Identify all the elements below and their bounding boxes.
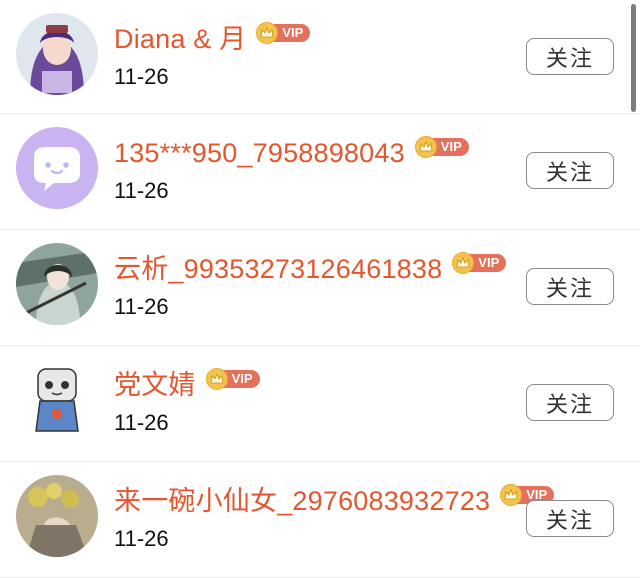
follow-date: 11-26 xyxy=(114,294,169,319)
user-name[interactable]: 党文婧 xyxy=(114,368,196,402)
scrollbar[interactable] xyxy=(631,4,636,112)
vip-badge: VIP xyxy=(256,22,311,44)
follow-button[interactable]: 关注 xyxy=(526,38,614,75)
vip-badge: VIP xyxy=(452,252,507,274)
follow-date: 11-26 xyxy=(114,410,169,435)
vip-label: VIP xyxy=(272,24,311,42)
follow-date: 11-26 xyxy=(114,64,169,89)
user-name[interactable]: Diana & 月 xyxy=(114,22,246,56)
vip-badge: VIP xyxy=(205,368,260,390)
list-item[interactable]: 135***950_7958898043 VIP 11-26 关注 xyxy=(0,114,640,230)
follow-button[interactable]: 关注 xyxy=(526,384,614,421)
follow-button[interactable]: 关注 xyxy=(526,500,614,537)
follow-date: 11-26 xyxy=(114,178,169,203)
user-name-line: 党文婧 VIP xyxy=(114,368,260,402)
avatar[interactable] xyxy=(16,243,98,325)
avatar[interactable] xyxy=(16,475,98,557)
crown-icon xyxy=(205,368,228,390)
user-name[interactable]: 135***950_7958898043 xyxy=(114,136,405,170)
user-name-line: 135***950_7958898043 VIP xyxy=(114,136,469,170)
follower-list: Diana & 月 VIP 11-26 关注 135***950_7958898… xyxy=(0,0,640,578)
avatar[interactable] xyxy=(16,359,98,441)
follow-button[interactable]: 关注 xyxy=(526,152,614,189)
vip-badge: VIP xyxy=(414,136,469,158)
follow-date: 11-26 xyxy=(114,526,169,551)
list-item[interactable]: 党文婧 VIP 11-26 关注 xyxy=(0,346,640,462)
list-item[interactable]: 云析_99353273126461838 VIP 11-26 关注 xyxy=(0,230,640,346)
avatar[interactable] xyxy=(16,13,98,95)
avatar[interactable] xyxy=(16,127,98,209)
user-name[interactable]: 云析_99353273126461838 xyxy=(114,252,442,286)
list-item[interactable]: 来一碗小仙女_2976083932723 VIP 11-26 关注 xyxy=(0,462,640,578)
user-name-line: 来一碗小仙女_2976083932723 VIP xyxy=(114,484,555,518)
user-name-line: 云析_99353273126461838 VIP xyxy=(114,252,507,286)
user-name[interactable]: 来一碗小仙女_2976083932723 xyxy=(114,484,490,518)
list-item[interactable]: Diana & 月 VIP 11-26 关注 xyxy=(0,0,640,114)
user-name-line: Diana & 月 VIP xyxy=(114,22,311,56)
crown-icon xyxy=(414,136,437,158)
follow-button[interactable]: 关注 xyxy=(526,268,614,305)
